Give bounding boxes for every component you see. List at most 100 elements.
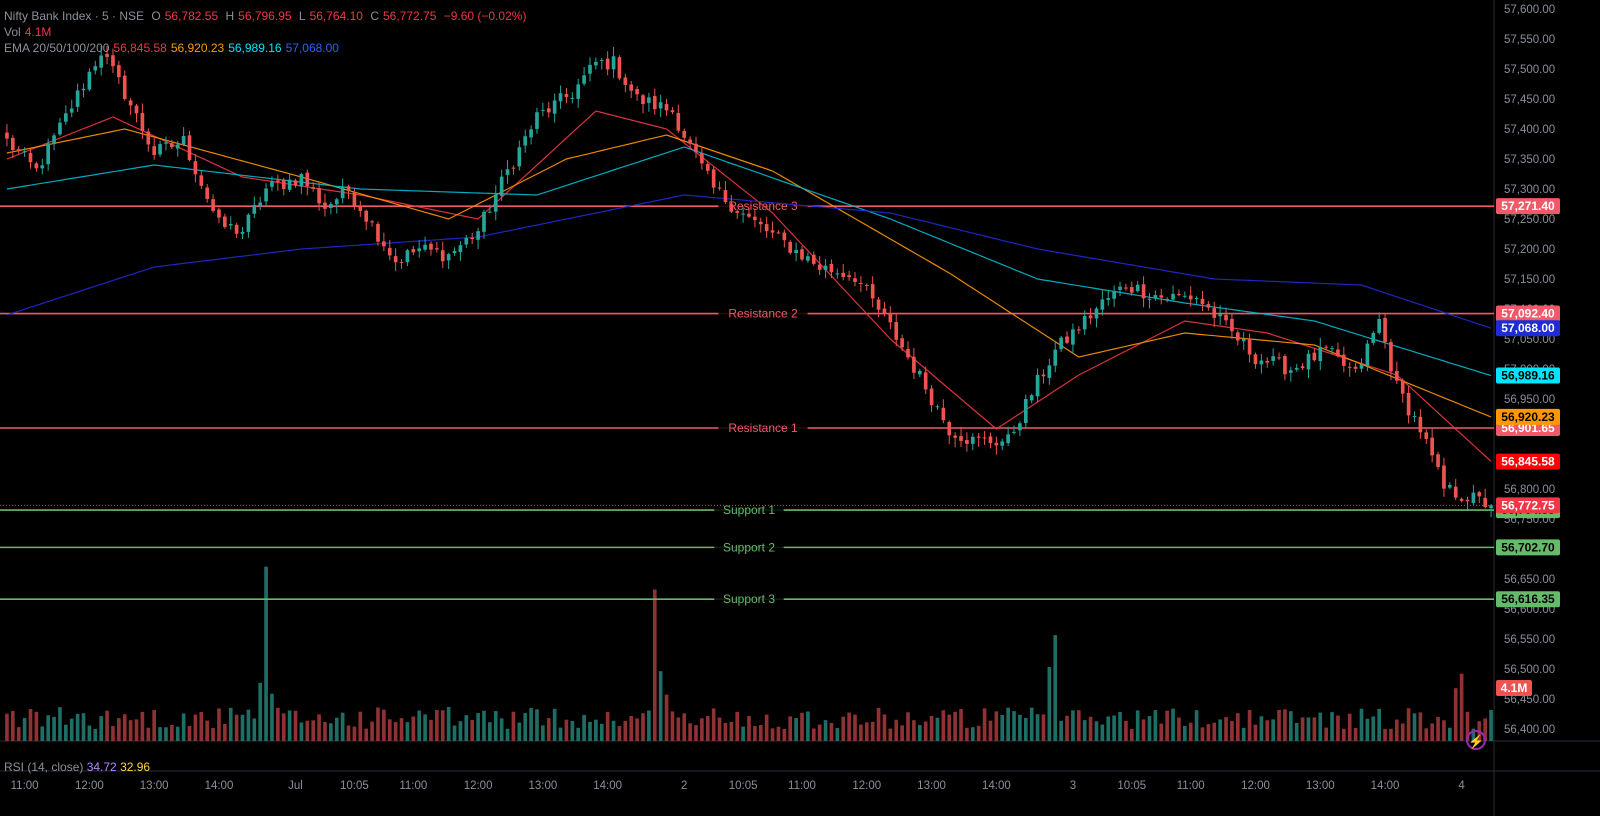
symbol-name[interactable]: Nifty Bank Index · 5 · NSE (4, 9, 144, 23)
volume-bar (358, 711, 363, 741)
volume-bar (894, 719, 899, 741)
volume-bar (1053, 635, 1058, 741)
candle-body (370, 221, 374, 223)
volume-bar (393, 722, 398, 741)
volume-bar (588, 721, 592, 741)
candle-body (429, 243, 433, 250)
volume-bar (1430, 723, 1434, 741)
volume-bar (988, 720, 993, 741)
volume-bar (382, 709, 386, 741)
volume-bar (64, 724, 68, 741)
candle-body (994, 442, 999, 446)
price-tick-label: 57,200.00 (1504, 244, 1555, 256)
time-tick-label: 12:00 (852, 780, 881, 792)
volume-bar (935, 717, 940, 741)
volume-bar (258, 682, 263, 741)
time-tick-label: 11:00 (1177, 780, 1205, 792)
volume-bar (1459, 673, 1464, 741)
support-resistance-levels[interactable]: Resistance 3Resistance 2Resistance 1Supp… (0, 198, 1494, 608)
volume-bar (1041, 714, 1046, 741)
volume-bar (1206, 724, 1211, 741)
volume-bar (193, 714, 198, 741)
volume-bar (847, 712, 851, 741)
candle-body (764, 224, 769, 232)
price-tick-label: 57,350.00 (1504, 154, 1555, 166)
volume-legend[interactable]: Vol 4.1M (4, 24, 55, 40)
candle-body (605, 58, 610, 70)
time-axis[interactable]: 11:00 12:00 13:00 14:00 Jul 10:05 11:00 12:00 13… (11, 780, 1466, 792)
volume-bar (464, 715, 469, 741)
candle-body (440, 250, 445, 262)
candle-body (1035, 374, 1040, 397)
volume-bar (146, 727, 151, 741)
candle-body (452, 251, 457, 254)
volume-bar (423, 714, 427, 741)
low-value: 56,764.10 (309, 9, 363, 23)
volume-bar (1153, 710, 1158, 741)
volume-bar (876, 707, 881, 741)
candle-body (788, 241, 793, 253)
volume-bar (1365, 718, 1370, 741)
candle-body (240, 231, 245, 234)
price-tick-label: 57,300.00 (1504, 184, 1555, 196)
candle-body (111, 55, 115, 67)
candle-body (1359, 364, 1364, 369)
volume-bar (1212, 722, 1217, 741)
candle-body (387, 247, 392, 256)
candle-body (682, 131, 687, 138)
candle-body (1194, 298, 1199, 300)
rsi-label: RSI (14, close) (4, 760, 84, 774)
candle-body (499, 176, 504, 196)
volume-bar (1182, 725, 1187, 741)
candle-body (1029, 395, 1034, 401)
volume-bar (346, 725, 351, 741)
candle-body (670, 110, 675, 113)
lightning-icon[interactable]: ⚡ (1466, 730, 1486, 750)
level-price-text: 56,702.70 (1501, 540, 1555, 554)
candle-body (1483, 497, 1487, 507)
ema100-value: 56,989.16 (228, 41, 282, 55)
ema-legend[interactable]: EMA 20/50/100/200 56,845.58 56,920.23 56,98… (4, 40, 343, 56)
volume-bar (317, 714, 321, 741)
volume-bar (287, 710, 292, 741)
candle-body (1094, 308, 1099, 319)
candle-body (776, 232, 781, 234)
volume-bar (28, 709, 33, 741)
time-tick-label: 14:00 (1371, 780, 1400, 792)
time-tick-label: 12:00 (1241, 780, 1270, 792)
volume-bar (22, 718, 27, 741)
candle-body (906, 349, 910, 358)
volume-bar (664, 694, 669, 741)
volume-bar (941, 710, 946, 741)
candle-body (1076, 329, 1081, 331)
volume-bar (1100, 724, 1105, 741)
change-value: −9.60 (−0.02%) (443, 9, 527, 23)
volume-bar (676, 717, 681, 741)
volume-bar (682, 713, 687, 741)
volume-bar (870, 721, 875, 741)
volume-bar (1283, 709, 1287, 741)
candle-body (1383, 317, 1387, 343)
price-chart[interactable]: Resistance 3Resistance 2Resistance 1Supp… (0, 0, 1600, 816)
candle-body (1171, 293, 1175, 300)
candle-body (1288, 370, 1293, 373)
candle-body (641, 95, 645, 104)
candle-body (134, 105, 139, 114)
candle-body (558, 93, 563, 102)
volume-bar (794, 718, 798, 741)
candle-body (1200, 298, 1205, 305)
rsi-legend[interactable]: RSI (14, close) 34.72 32.96 (4, 760, 150, 774)
candle-body (1318, 346, 1323, 362)
candle-body (376, 223, 380, 242)
candle-body (588, 64, 592, 74)
volume-bar (1247, 709, 1252, 741)
candle-body (446, 254, 451, 261)
candle-body (1389, 342, 1393, 372)
candle-body (664, 104, 669, 111)
volume-bar (1218, 719, 1222, 741)
candle-body (676, 112, 681, 131)
symbol-legend[interactable]: Nifty Bank Index · 5 · NSE O 56,782.55 H5… (4, 8, 530, 24)
candle-body (293, 180, 298, 186)
candle-body (529, 129, 533, 138)
volume-bar (546, 718, 551, 741)
